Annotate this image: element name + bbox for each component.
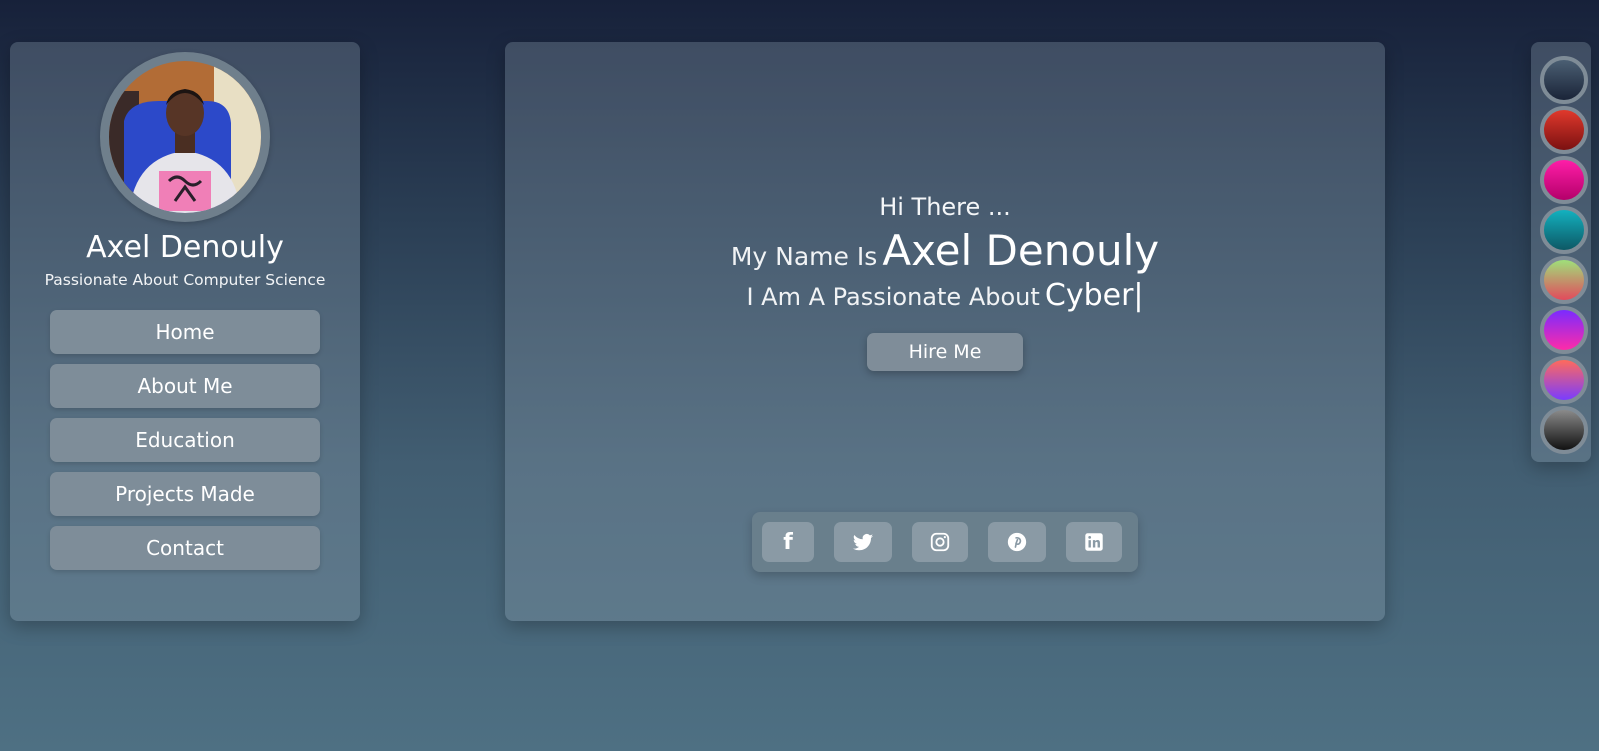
hero-name: Axel Denouly: [882, 226, 1160, 275]
nav-menu: Home About Me Education Projects Made Co…: [50, 310, 320, 580]
theme-swatch-green-red[interactable]: [1540, 256, 1588, 304]
social-links-bar: f: [752, 512, 1138, 572]
hero-name-prefix: My Name Is: [730, 242, 878, 271]
profile-sidebar: Axel Denouly Passionate About Computer S…: [10, 42, 360, 621]
hero-passion-prefix: I Am A Passionate About: [746, 283, 1040, 311]
typed-text: Cyber: [1044, 278, 1134, 313]
linkedin-button[interactable]: [1066, 522, 1122, 562]
hero-card: Hi There ... My Name Is Axel Denouly I A…: [505, 42, 1385, 621]
instagram-icon: [930, 532, 950, 552]
nav-education-button[interactable]: Education: [50, 418, 320, 462]
profile-name: Axel Denouly: [86, 230, 284, 265]
theme-swatch-coral[interactable]: [1540, 356, 1588, 404]
hire-me-button[interactable]: Hire Me: [867, 333, 1023, 371]
twitter-button[interactable]: [834, 522, 892, 562]
theme-swatch-pink[interactable]: [1540, 156, 1588, 204]
theme-swatch-dark-blue[interactable]: [1540, 56, 1588, 104]
facebook-button[interactable]: f: [762, 522, 814, 562]
facebook-icon: f: [783, 529, 793, 555]
theme-switcher: [1531, 42, 1591, 462]
pinterest-button[interactable]: [988, 522, 1046, 562]
pinterest-icon: [1007, 532, 1027, 552]
nav-home-button[interactable]: Home: [50, 310, 320, 354]
theme-swatch-purple[interactable]: [1540, 306, 1588, 354]
avatar-frame: [100, 52, 270, 222]
nav-projects-button[interactable]: Projects Made: [50, 472, 320, 516]
twitter-icon: [852, 534, 874, 551]
typing-cursor: |: [1133, 278, 1144, 313]
hero-passion-line: I Am A Passionate About Cyber|: [505, 278, 1385, 313]
linkedin-icon: [1085, 533, 1103, 551]
nav-contact-button[interactable]: Contact: [50, 526, 320, 570]
nav-about-button[interactable]: About Me: [50, 364, 320, 408]
theme-swatch-teal[interactable]: [1540, 206, 1588, 254]
hero-greeting: Hi There ...: [879, 193, 1011, 221]
profile-tagline: Passionate About Computer Science: [44, 271, 326, 289]
hero-name-line: My Name Is Axel Denouly: [505, 226, 1385, 276]
theme-swatch-red[interactable]: [1540, 106, 1588, 154]
theme-swatch-gray[interactable]: [1540, 406, 1588, 454]
instagram-button[interactable]: [912, 522, 968, 562]
hero-content: Hi There ... My Name Is Axel Denouly I A…: [505, 192, 1385, 371]
avatar: [109, 61, 261, 213]
